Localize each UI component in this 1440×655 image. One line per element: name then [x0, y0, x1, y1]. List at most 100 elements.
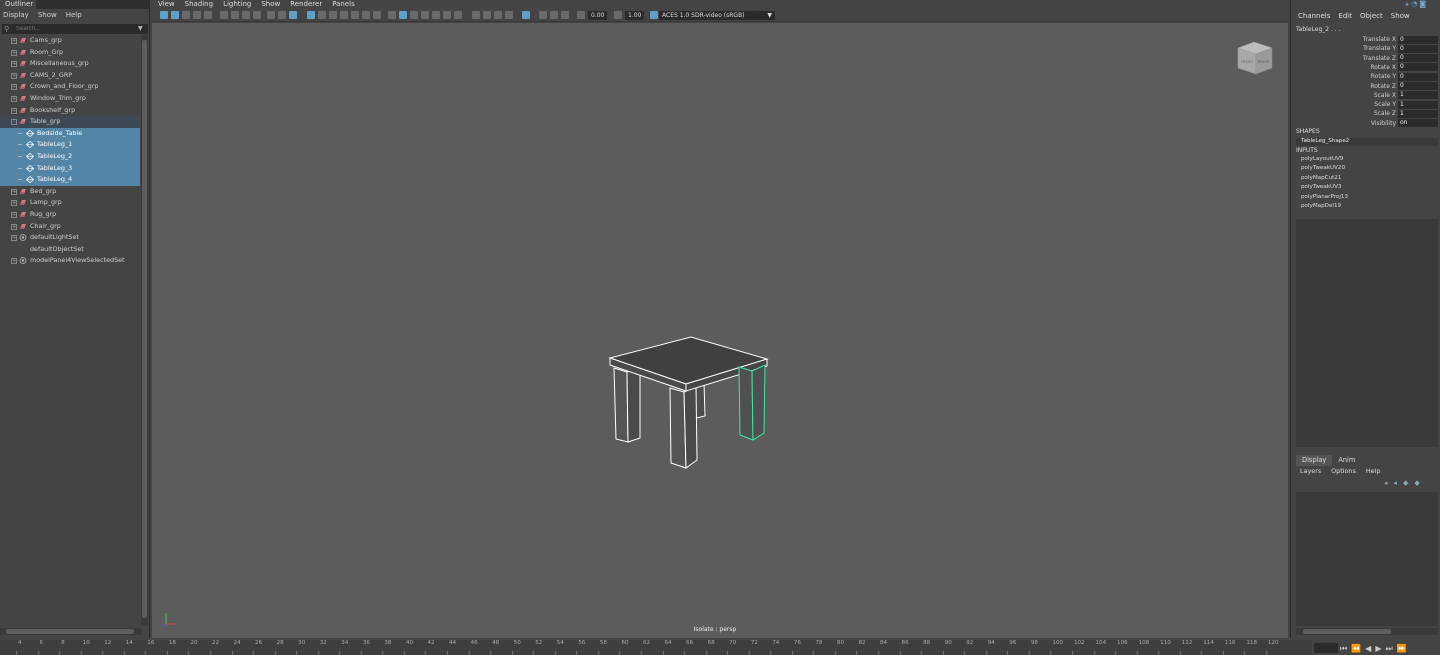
edit-menu[interactable]: Edit	[1338, 11, 1352, 22]
image-plane-icon[interactable]	[193, 11, 201, 19]
gamma-field[interactable]: 1.00	[625, 11, 645, 20]
outliner-item[interactable]: + defaultLightSet	[0, 232, 140, 244]
viewport-menu-show[interactable]: Show	[261, 0, 280, 9]
current-frame-field[interactable]	[1314, 643, 1338, 653]
shape-name[interactable]: TableLeg_Shape2	[1301, 138, 1349, 144]
attribute-name[interactable]: Translate X	[1296, 35, 1396, 44]
use-all-lights-icon[interactable]	[388, 11, 396, 19]
field-chart-icon[interactable]	[278, 11, 286, 19]
attribute-name[interactable]: Scale Y	[1296, 100, 1396, 109]
outliner-item[interactable]: + Room_Grp	[0, 47, 140, 59]
outliner-item[interactable]: TableLeg_2	[0, 150, 140, 163]
outliner-item[interactable]: + Window_Trim_grp	[0, 93, 140, 105]
playback-button[interactable]: ▶	[1375, 644, 1385, 653]
isolate-toggle-icon[interactable]	[522, 11, 530, 19]
outliner-item[interactable]: TableLeg_3	[0, 162, 140, 175]
shadows-icon[interactable]	[410, 11, 418, 19]
wireframe-icon[interactable]	[307, 11, 315, 19]
table-leg-back[interactable]	[695, 382, 706, 419]
table-leg-front[interactable]	[669, 387, 687, 469]
outliner-tab[interactable]: Outliner	[0, 0, 36, 9]
channels-menu[interactable]: Channels	[1298, 11, 1330, 22]
screen-space-ao-icon[interactable]	[421, 11, 429, 19]
layers-menu[interactable]: Layers	[1300, 466, 1321, 477]
outliner-item[interactable]: + modelPanel4ViewSelectedSet	[0, 255, 140, 267]
expand-icon[interactable]: +	[11, 72, 17, 79]
zoom-icon[interactable]	[472, 11, 480, 19]
show-menu[interactable]: Show	[1391, 11, 1410, 22]
attribute-name[interactable]: Rotate Z	[1296, 82, 1396, 91]
attribute-value-field[interactable]: 1	[1398, 91, 1438, 100]
display-layers-icon[interactable]	[539, 11, 547, 19]
attribute-value-field[interactable]: 0	[1398, 72, 1438, 81]
time-ruler[interactable]: 4 6 8 10 12 14 16 18 20 22 24 26 28 30 32 34 36 38 40 42 44 4…	[0, 640, 1312, 655]
outliner-item[interactable]: TableLeg_4	[0, 174, 140, 186]
outliner-menu-display[interactable]: Display	[3, 9, 29, 22]
exposure-field[interactable]: 0.00	[588, 11, 608, 20]
outliner-item[interactable]: + Miscellaneous_grp	[0, 58, 140, 70]
expand-icon[interactable]: +	[11, 61, 17, 68]
collapse-icon[interactable]: -	[11, 119, 17, 126]
table-leg-left[interactable]	[613, 367, 629, 443]
expand-icon[interactable]: +	[11, 49, 17, 56]
color-management-icon[interactable]	[650, 11, 658, 19]
attribute-name[interactable]: Translate Y	[1296, 44, 1396, 53]
right-panel-scroll-thumb[interactable]	[1303, 629, 1391, 634]
default-material-icon[interactable]	[329, 11, 337, 19]
options-menu[interactable]: Options	[1331, 466, 1356, 477]
expand-icon[interactable]: +	[11, 38, 17, 44]
outliner-item[interactable]: + Chair_grp	[0, 221, 140, 233]
attribute-value-field[interactable]: 1	[1398, 100, 1438, 109]
expand-icon[interactable]: +	[11, 95, 17, 102]
attribute-value-field[interactable]: 0	[1398, 44, 1438, 53]
outliner-horizontal-scroll-thumb[interactable]	[6, 629, 134, 634]
outliner-item[interactable]: + CAMS_2_GRP	[0, 70, 140, 82]
exposure-icon[interactable]	[577, 11, 585, 19]
bookmark-icon[interactable]	[182, 11, 190, 19]
attribute-value-field[interactable]: 0	[1398, 35, 1438, 44]
safe-action-icon[interactable]	[289, 11, 297, 19]
camera-attributes-icon[interactable]	[171, 11, 179, 19]
resolution-gate-icon[interactable]	[253, 11, 261, 19]
outliner-item[interactable]: TableLeg_1	[0, 139, 140, 151]
expand-icon[interactable]: +	[11, 211, 17, 218]
help-menu[interactable]: Help	[1366, 466, 1381, 477]
outliner-search-input[interactable]	[2, 24, 148, 34]
playback-button[interactable]: ⏩	[1397, 644, 1411, 653]
outliner-item[interactable]: Bedside_Table	[0, 127, 140, 140]
expand-icon[interactable]: +	[11, 107, 17, 114]
color-space-dropdown[interactable]: ACES 1.0 SDR-video (sRGB) ▼	[659, 11, 775, 20]
bedside-table-model[interactable]	[600, 330, 780, 475]
viewport-menu-lighting[interactable]: Lighting	[223, 0, 251, 9]
viewport-menu-renderer[interactable]: Renderer	[290, 0, 322, 9]
attribute-value-field[interactable]: 0	[1398, 54, 1438, 63]
track-icon[interactable]	[505, 11, 513, 19]
isolate-select-icon[interactable]	[399, 11, 407, 19]
playback-button[interactable]: ⏮	[1340, 644, 1351, 653]
attribute-name[interactable]: Scale X	[1296, 91, 1396, 100]
depth-of-field-icon[interactable]	[454, 11, 462, 19]
expand-icon[interactable]: +	[11, 258, 17, 265]
smooth-shade-icon[interactable]	[318, 11, 326, 19]
playback-button[interactable]: ⏭	[1385, 644, 1396, 653]
outliner-item[interactable]: + Lamp_grp	[0, 197, 140, 209]
anti-aliasing-icon[interactable]	[443, 11, 451, 19]
xray-icon[interactable]	[362, 11, 370, 19]
input-node[interactable]: polyPlanarProj13	[1301, 194, 1348, 200]
object-menu[interactable]: Object	[1360, 11, 1383, 22]
xray-joints-icon[interactable]	[373, 11, 381, 19]
outliner-item[interactable]: defaultObjectSet	[0, 244, 140, 256]
two-d-pan-icon[interactable]	[204, 11, 212, 19]
attribute-value-field[interactable]: 0	[1398, 63, 1438, 72]
input-node[interactable]: polyTweakUV20	[1301, 165, 1345, 171]
chevron-down-icon[interactable]: ▼	[138, 25, 143, 32]
dolly-icon[interactable]	[494, 11, 502, 19]
select-camera-icon[interactable]	[160, 11, 168, 19]
expand-icon[interactable]: +	[11, 235, 17, 242]
viewport-menu-view[interactable]: View	[158, 0, 175, 9]
outliner-item[interactable]: + Rug_grp	[0, 209, 140, 221]
viewcube[interactable]: FRONT RIGHT	[1236, 40, 1274, 76]
layer-list[interactable]	[1296, 492, 1438, 626]
expand-icon[interactable]: +	[11, 223, 17, 230]
attribute-name[interactable]: Rotate Y	[1296, 72, 1396, 81]
